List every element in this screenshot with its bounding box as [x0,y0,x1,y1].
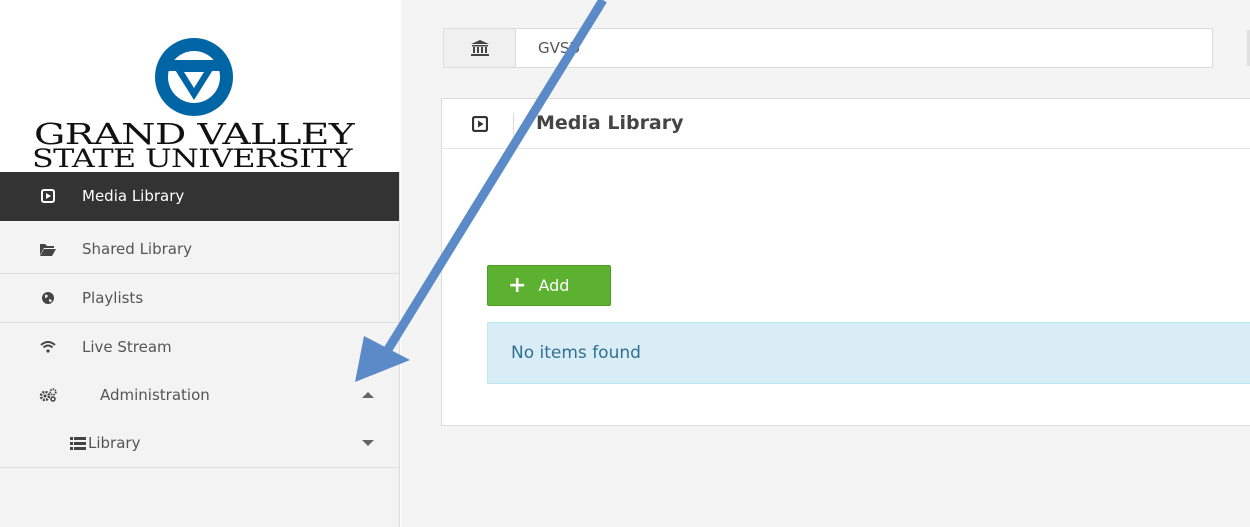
institution-selector[interactable]: GVSU [443,28,1213,68]
sidebar-item-label: Live Stream [82,338,172,356]
caret-down-icon [362,440,374,446]
sidebar-item-media-library[interactable]: Media Library [0,172,399,221]
wifi-icon [38,339,58,355]
folder-open-icon [38,241,58,257]
cogs-icon [38,387,58,403]
empty-message: No items found [511,343,641,363]
institution-icon [444,29,516,67]
sidebar-item-label: Administration [100,386,210,404]
sidebar-item-live-stream[interactable]: Live Stream [0,323,399,372]
plus-icon: + [508,272,527,298]
media-library-panel: Media Library + Add No items found [441,98,1250,426]
gvsu-logo: GRAND VALLEY STATE UNIVERSITY [0,0,400,172]
sidebar-item-shared-library[interactable]: Shared Library [0,225,399,274]
panel-title: Media Library [536,112,684,134]
list-icon [68,435,88,451]
sidebar-item-playlists[interactable]: Playlists [0,274,399,323]
divider [513,113,514,135]
sidebar-item-label: Media Library [82,187,185,205]
panel-header: Media Library [442,99,1250,149]
globe-icon [38,290,58,306]
logo-line2: STATE UNIVERSITY [32,144,353,172]
sidebar-item-label: Library [88,434,141,452]
sidebar-item-label: Playlists [82,289,144,307]
sidebar-item-administration[interactable]: Administration [0,371,399,420]
institution-value: GVSU [538,39,581,57]
empty-state-alert: No items found [487,322,1250,384]
sidebar-item-library[interactable]: Library [0,419,399,468]
main-content: GVSU Media Library + Add No items found [401,0,1250,527]
sidebar-item-label: Shared Library [82,240,193,258]
play-square-icon [38,188,58,204]
play-square-icon [471,115,490,133]
add-button[interactable]: + Add [487,265,611,306]
add-button-label: Add [538,276,570,295]
caret-up-icon [362,392,374,398]
sidebar: GRAND VALLEY STATE UNIVERSITY Media Libr… [0,0,400,527]
